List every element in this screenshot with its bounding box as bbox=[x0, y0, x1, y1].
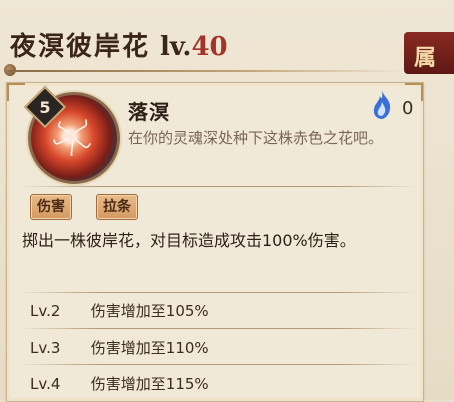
level-value: 40 bbox=[191, 32, 228, 62]
skill-quote: 在你的灵魂深处种下这株赤色之花吧。 bbox=[128, 129, 384, 147]
level-row: Lv.4 伤害增加至115% bbox=[30, 373, 209, 394]
soul-fire-count: 0 bbox=[402, 98, 414, 119]
hero-name: 夜溟彼岸花 bbox=[10, 32, 151, 62]
tag-damage: 伤害 bbox=[30, 194, 72, 220]
level-effect: 伤害增加至105% bbox=[90, 302, 209, 320]
card-corner bbox=[7, 83, 25, 101]
spider-lily-icon bbox=[53, 119, 91, 156]
level-label: Lv.4 bbox=[30, 375, 61, 393]
level-effect: 伤害增加至115% bbox=[90, 375, 209, 393]
tag-pull: 拉条 bbox=[96, 194, 138, 220]
level-row: Lv.2 伤害增加至105% bbox=[30, 300, 209, 321]
divider bbox=[18, 186, 418, 187]
skill-description: 掷出一株彼岸花，对目标造成攻击100%伤害。 bbox=[22, 231, 356, 250]
divider bbox=[18, 364, 418, 365]
title-row: 夜溟彼岸花 lv. 40 bbox=[10, 26, 228, 70]
skill-header: 夜溟彼岸花 lv. 40 bbox=[0, 0, 410, 86]
header-divider bbox=[8, 70, 404, 72]
cost-value: 5 bbox=[39, 97, 51, 117]
level-effect: 伤害增加至110% bbox=[90, 339, 209, 357]
level-label: Lv.3 bbox=[30, 339, 61, 357]
divider bbox=[18, 292, 418, 293]
skill-name: 落溟 bbox=[128, 100, 170, 124]
divider bbox=[18, 328, 418, 329]
level-label: Lv.2 bbox=[30, 302, 61, 320]
soul-fire-icon bbox=[373, 91, 391, 119]
side-tab-label: 属 bbox=[414, 45, 437, 71]
level-row: Lv.3 伤害增加至110% bbox=[30, 337, 209, 358]
level-label: lv. bbox=[160, 32, 192, 62]
